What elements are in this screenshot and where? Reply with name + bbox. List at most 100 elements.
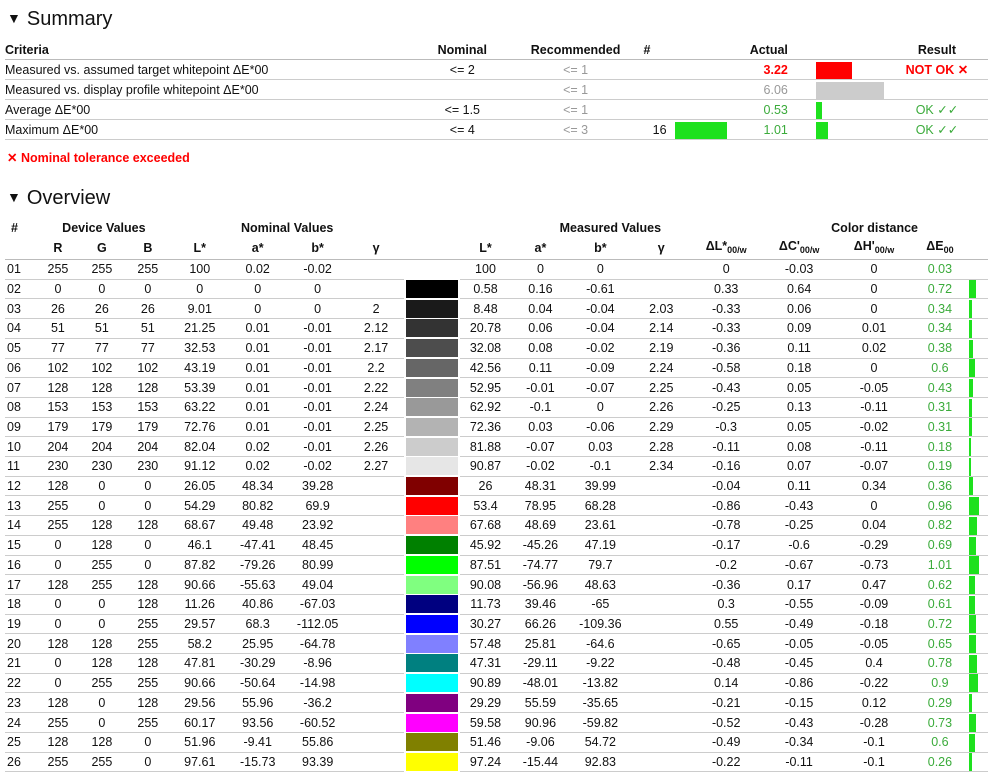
cell-mb: -64.6 — [569, 633, 632, 655]
cell-dE: 0.26 — [910, 752, 969, 772]
delta-e-bar — [968, 653, 988, 674]
cell-gamma: 2.26 — [348, 436, 404, 458]
cell-idx: 18 — [5, 594, 37, 615]
cell-r: 26 — [36, 298, 79, 320]
cell-mL: 42.56 — [459, 358, 512, 379]
cell-L: 47.81 — [170, 653, 229, 674]
cell-idx: 09 — [5, 417, 37, 438]
cell-bb: 55.86 — [286, 732, 349, 753]
collapse-triangle-icon[interactable]: ▼ — [7, 6, 21, 30]
cell-ma: -48.01 — [511, 673, 570, 694]
cell-gamma: 2 — [348, 298, 404, 320]
col-delta-L: ΔL*00/w — [691, 237, 762, 260]
color-swatch — [403, 417, 460, 438]
summary-heading[interactable]: ▼ Summary — [7, 6, 112, 31]
cell-dC: -0.05 — [761, 633, 838, 655]
cell-b: 0 — [124, 476, 171, 497]
group-measured-values: Measured Values — [559, 221, 662, 235]
collapse-triangle-icon[interactable]: ▼ — [7, 185, 21, 209]
cell-mb: -65 — [569, 594, 632, 615]
cell-mL: 81.88 — [459, 436, 512, 458]
cell-mgamma: 2.14 — [631, 318, 692, 339]
cell-dL: -0.86 — [691, 495, 762, 517]
cell-gamma — [348, 279, 404, 300]
cell-bb: 39.28 — [286, 476, 349, 497]
cell-a: 48.34 — [228, 476, 287, 497]
cell-dC: 0.11 — [761, 338, 838, 359]
delta-e-bar — [968, 555, 988, 576]
overview-heading[interactable]: ▼ Overview — [7, 185, 110, 210]
cell-L: 29.57 — [170, 614, 229, 635]
cell-dH: 0 — [837, 298, 911, 320]
cell-r: 255 — [36, 495, 79, 517]
cell-dE: 0.96 — [910, 495, 969, 517]
cell-dE: 0.18 — [910, 436, 969, 458]
cell-mb: -109.36 — [569, 614, 632, 635]
cell-L: 53.39 — [170, 377, 229, 398]
summary-spacer — [787, 119, 815, 140]
cell-mL: 51.46 — [459, 732, 512, 753]
cell-b: 51 — [124, 318, 171, 339]
cell-mb: 47.19 — [569, 535, 632, 556]
table-row: 10 204 204 204 82.04 0.02 -0.01 2.26 81.88 -0.07 0… — [5, 436, 988, 458]
delta-e-bar-fill — [968, 378, 973, 397]
cell-bb: -36.2 — [286, 692, 349, 714]
table-row: 12 128 0 0 26.05 48.34 39.28 26 48.31 39.99 -0.04 0… — [5, 476, 988, 497]
delta-e-bar-fill — [968, 319, 972, 338]
cell-bb: 0 — [286, 279, 349, 300]
cell-mgamma — [631, 476, 692, 497]
color-swatch-fill — [405, 417, 458, 436]
summary-recommended: <= 1 — [529, 59, 622, 80]
cell-dL: -0.58 — [691, 358, 762, 379]
cell-ma: 78.95 — [511, 495, 570, 517]
cell-b: 128 — [124, 515, 171, 536]
cell-g: 128 — [78, 633, 125, 655]
group-device-values: Device Values — [62, 221, 146, 235]
cell-gamma — [348, 495, 404, 517]
table-row: 11 230 230 230 91.12 0.02 -0.02 2.27 90.87 -0.02-… — [5, 456, 988, 477]
cell-g: 230 — [78, 456, 125, 477]
cell-g: 0 — [78, 476, 125, 497]
cell-dH: 0.4 — [837, 653, 911, 674]
color-swatch-fill — [405, 615, 458, 633]
table-row: 05 77 77 77 32.53 0.01 -0.01 2.17 32.08 0.08 -0.02… — [5, 338, 988, 359]
color-swatch — [403, 279, 460, 300]
color-swatch — [403, 535, 460, 556]
overview-table: # Device Values Nominal Values Measured … — [5, 219, 988, 772]
cell-b: 0 — [124, 752, 171, 772]
cell-dC: 0.05 — [761, 377, 838, 398]
delta-e-bar — [968, 358, 988, 379]
cell-dH: -0.11 — [837, 397, 911, 418]
cell-dH: 0 — [837, 279, 911, 300]
cell-L: 32.53 — [170, 338, 229, 359]
cell-a: -79.26 — [228, 555, 287, 576]
cell-gamma — [348, 732, 404, 753]
delta-e-bar — [968, 614, 988, 635]
cell-dH: 0.04 — [837, 515, 911, 536]
cell-L: 97.61 — [170, 752, 229, 772]
table-row: 22 0 255 255 90.66 -50.64 -14.98 90.89 -48.01 -13… — [5, 673, 988, 694]
cell-dC: -0.25 — [761, 515, 838, 536]
summary-spacer — [787, 79, 815, 100]
cell-a: 0 — [228, 298, 287, 320]
cell-dC: 0.11 — [761, 476, 838, 497]
cell-dH: 0 — [837, 495, 911, 517]
cell-g: 51 — [78, 318, 125, 339]
cell-bb: -14.98 — [286, 673, 349, 694]
cell-b: 255 — [124, 673, 171, 694]
cell-mL: 90.08 — [459, 574, 512, 595]
cell-gamma — [348, 712, 404, 733]
cell-dC: 0.64 — [761, 279, 838, 300]
cell-ma: 48.31 — [511, 476, 570, 497]
table-row: 08 153 153 153 63.22 0.01 -0.01 2.24 62.92 -0.1 0 2… — [5, 397, 988, 418]
delta-e-bar — [968, 298, 988, 320]
cell-g: 102 — [78, 358, 125, 379]
cell-dE: 0.6 — [910, 732, 969, 753]
cell-dC: 0.06 — [761, 298, 838, 320]
cell-gamma: 2.2 — [348, 358, 404, 379]
cell-g: 128 — [78, 377, 125, 398]
cell-ma: -0.07 — [511, 436, 570, 458]
cell-idx: 04 — [5, 318, 37, 339]
cell-ma: 66.26 — [511, 614, 570, 635]
cell-r: 51 — [36, 318, 79, 339]
